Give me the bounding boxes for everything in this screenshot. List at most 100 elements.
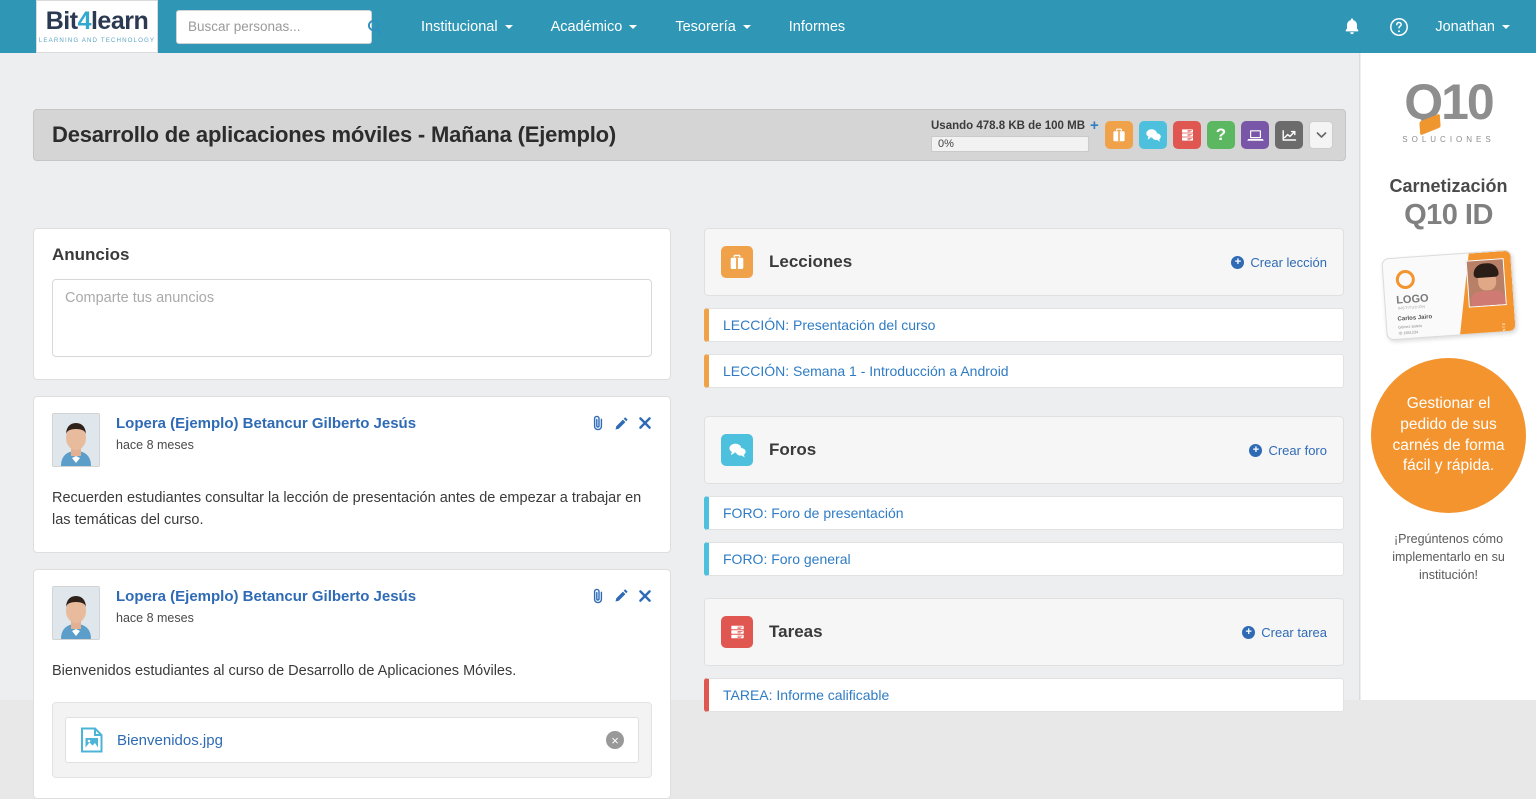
logo-text-pre: Bit — [45, 7, 78, 35]
nav-label-informes: Informes — [788, 18, 846, 35]
post-author[interactable]: Lopera (Ejemplo) Betancur Gilberto Jesús — [116, 588, 416, 605]
q10-brand-word: Q10 — [1404, 74, 1495, 136]
classroom-tool-button[interactable] — [1241, 121, 1269, 149]
more-tools-button[interactable] — [1309, 121, 1333, 149]
nav-label-tesoreria: Tesorería — [675, 18, 736, 35]
post-body: Bienvenidos estudiantes al curso de Desa… — [52, 662, 517, 679]
announcements-panel: Anuncios Comparte tus anuncios — [33, 228, 671, 380]
delete-icon[interactable] — [638, 416, 652, 430]
ad-footer-text: ¡Pregúntenos cómo implementarlo en su in… — [1392, 532, 1505, 582]
laptop-icon — [1246, 129, 1264, 141]
ad-circle-callout: Gestionar el pedido de sus carnés de for… — [1371, 358, 1526, 513]
search-box[interactable] — [176, 9, 383, 44]
app-logo[interactable]: Bit4learn LEARNING AND TECHNOLOGY — [36, 0, 158, 53]
lessons-section: Lecciones + Crear lección LECCIÓN: Prese… — [704, 228, 1344, 388]
forum-item[interactable]: FORO: Foro de presentación — [704, 496, 1344, 530]
task-item[interactable]: TAREA: Informe calificable — [704, 678, 1344, 712]
id-card-illustration: LOGO INSTITUCIÓN Carlos Jairo Gómez Sote… — [1380, 249, 1517, 341]
post-attachments: Bienvenidos.jpg × — [52, 702, 652, 779]
forum-item[interactable]: FORO: Foro general — [704, 542, 1344, 576]
task-item-label: TAREA: Informe calificable — [723, 687, 890, 703]
advertisement-sidebar[interactable]: Q10 SOLUCIONES Carnetización Q10 ID LOGO… — [1361, 53, 1536, 700]
avatar — [52, 585, 100, 640]
tasks-tool-button[interactable] — [1173, 121, 1201, 149]
attach-icon[interactable] — [592, 415, 605, 431]
storage-percent: 0% — [938, 138, 954, 150]
q10-brand-sub: SOLUCIONES — [1402, 135, 1495, 144]
chevron-down-icon — [504, 24, 513, 29]
forums-tool-button[interactable] — [1139, 121, 1167, 149]
logo-tagline: LEARNING AND TECHNOLOGY — [38, 37, 156, 44]
nav-item-institucional[interactable]: Institucional — [402, 0, 532, 53]
q10-logo: Q10 SOLUCIONES — [1402, 77, 1494, 144]
bell-icon — [1345, 18, 1359, 35]
edit-icon[interactable] — [614, 588, 629, 603]
id-card-logo-subtext: INSTITUCIÓN — [1397, 304, 1425, 311]
lesson-item-label: LECCIÓN: Presentación del curso — [723, 317, 936, 333]
chevron-down-icon — [629, 24, 638, 29]
nav-label-academico: Académico — [550, 18, 623, 35]
id-card-logo-ring-icon — [1394, 269, 1415, 290]
question-circle-icon — [1390, 17, 1409, 36]
announcement-post: Lopera (Ejemplo) Betancur Gilberto Jesús… — [33, 568, 671, 799]
announcement-composer[interactable]: Comparte tus anuncios — [52, 279, 652, 357]
post-meta: Lopera (Ejemplo) Betancur Gilberto Jesús… — [116, 413, 416, 452]
storage-text: Usando 478.8 KB de 100 MB — [931, 119, 1086, 132]
search-icon[interactable] — [367, 19, 383, 35]
tasks-section: Tareas + Crear tarea TAREA: Informe cali… — [704, 598, 1344, 712]
course-tool-icons: ? — [1099, 121, 1333, 149]
post-author[interactable]: Lopera (Ejemplo) Betancur Gilberto Jesús — [116, 415, 416, 432]
create-lesson-label: Crear lección — [1250, 254, 1327, 270]
nav-item-academico[interactable]: Académico — [532, 0, 657, 53]
help-button[interactable] — [1389, 17, 1409, 37]
help-tool-button[interactable]: ? — [1207, 121, 1235, 149]
stats-tool-button[interactable] — [1275, 121, 1303, 149]
search-input[interactable] — [186, 18, 367, 35]
id-card-photo — [1465, 258, 1507, 308]
list-icon — [1181, 129, 1193, 141]
create-forum-button[interactable]: + Crear foro — [1249, 443, 1327, 458]
storage-add-button[interactable]: + — [1090, 118, 1099, 133]
create-lesson-button[interactable]: + Crear lección — [1231, 255, 1327, 270]
lesson-item[interactable]: LECCIÓN: Semana 1 - Introducción a Andro… — [704, 354, 1344, 388]
ad-headline: Carnetización — [1389, 176, 1508, 196]
create-task-button[interactable]: + Crear tarea — [1242, 625, 1327, 640]
id-card-lastname: Gómez Sotelo — [1397, 323, 1422, 330]
attachment-item[interactable]: Bienvenidos.jpg × — [65, 717, 639, 764]
page-body: Desarrollo de aplicaciones móviles - Mañ… — [0, 53, 1536, 799]
attach-icon[interactable] — [592, 588, 605, 604]
lessons-section-header: Lecciones + Crear lección — [704, 228, 1344, 296]
main-menu: Institucional Académico Tesorería Inform… — [402, 0, 864, 53]
course-header-bar: Desarrollo de aplicaciones móviles - Mañ… — [33, 109, 1346, 161]
ad-product-name: Q10 ID — [1404, 199, 1493, 231]
lesson-item[interactable]: LECCIÓN: Presentación del curso — [704, 308, 1344, 342]
avatar-photo — [53, 586, 99, 639]
nav-right-actions: Jonathan — [1329, 17, 1536, 37]
briefcase-icon — [721, 246, 753, 278]
page-title: Desarrollo de aplicaciones móviles - Mañ… — [52, 122, 617, 147]
q10-brand-text: Q10 — [1404, 74, 1495, 130]
nav-item-informes[interactable]: Informes — [770, 0, 864, 53]
nav-item-tesoreria[interactable]: Tesorería — [656, 0, 769, 53]
plus-icon: + — [1242, 625, 1256, 639]
lessons-section-title: Lecciones — [769, 252, 853, 271]
avatar-photo — [53, 414, 99, 466]
notifications-button[interactable] — [1343, 17, 1361, 36]
lessons-tool-button[interactable] — [1105, 121, 1133, 149]
announcement-post: Lopera (Ejemplo) Betancur Gilberto Jesús… — [33, 396, 671, 553]
post-body: Recuerden estudiantes consultar la lecci… — [52, 490, 642, 529]
logo-text-number: 4 — [77, 7, 92, 35]
top-navigation-bar: Bit4learn LEARNING AND TECHNOLOGY Instit… — [0, 0, 1536, 53]
plus-icon: + — [1231, 255, 1245, 269]
forum-item-label: FORO: Foro general — [723, 551, 851, 567]
delete-icon[interactable] — [638, 589, 652, 603]
remove-attachment-button[interactable]: × — [606, 731, 624, 750]
right-column: Lecciones + Crear lección LECCIÓN: Prese… — [704, 228, 1344, 734]
attachment-filename[interactable]: Bienvenidos.jpg — [117, 732, 223, 749]
forums-section: Foros + Crear foro FORO: Foro de present… — [704, 416, 1344, 576]
forums-section-header: Foros + Crear foro — [704, 416, 1344, 484]
edit-icon[interactable] — [614, 416, 629, 431]
user-menu[interactable]: Jonathan — [1435, 19, 1510, 35]
forum-item-label: FORO: Foro de presentación — [723, 505, 904, 521]
chevron-down-icon — [1316, 132, 1326, 138]
